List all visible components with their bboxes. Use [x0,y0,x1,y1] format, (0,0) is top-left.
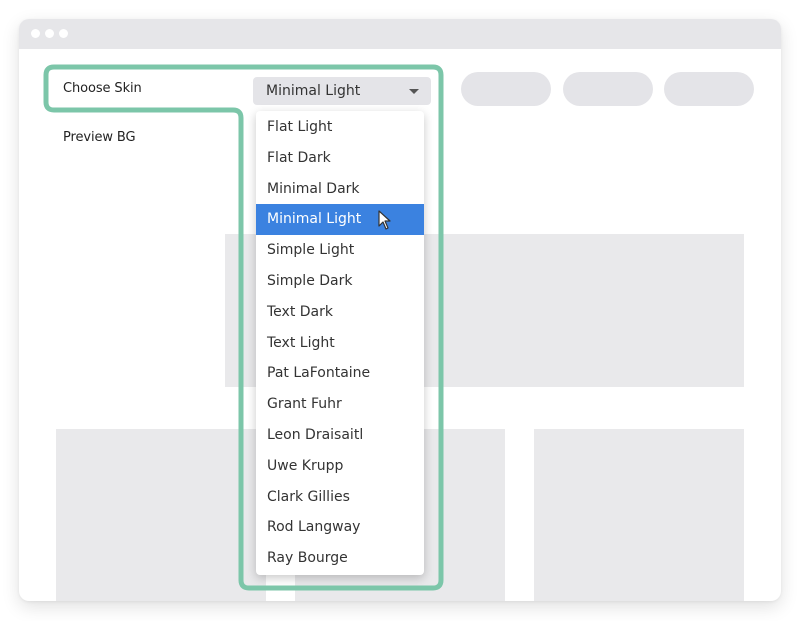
menu-item-label: Uwe Krupp [267,457,344,474]
menu-item-label: Rod Langway [267,519,361,536]
content-panel [56,429,266,601]
menu-item[interactable]: Flat Light [256,112,424,143]
skin-select[interactable]: Minimal Light [253,77,431,105]
menu-item-label: Minimal Light [267,211,362,228]
menu-item-label: Flat Dark [267,149,331,166]
menu-item-label: Minimal Dark [267,180,360,197]
menu-item[interactable]: Text Dark [256,297,424,328]
window-dot-icon[interactable] [45,29,54,38]
titlebar [19,19,781,49]
menu-item-label: Flat Light [267,119,333,135]
menu-item-label: Clark Gillies [267,488,350,505]
preview-bg-label: Preview BG [63,130,136,145]
menu-item[interactable]: Flat Dark [256,143,424,174]
window-dot-icon[interactable] [31,29,40,38]
menu-item[interactable]: Simple Light [256,235,424,266]
menu-item-label: Pat LaFontaine [267,365,371,382]
window-dot-icon[interactable] [59,29,68,38]
chevron-down-icon [409,89,419,94]
content-panel [534,429,744,601]
menu-item[interactable]: Simple Dark [256,266,424,297]
skin-dropdown-menu: Flat Light Flat Dark Minimal Dark Minimal L… [256,111,424,575]
menu-item-label: Leon Draisaitl [267,426,364,443]
menu-item[interactable]: Clark Gillies [256,482,424,513]
menu-item-label: Grant Fuhr [267,396,342,413]
menu-item-label: Text Light [267,334,335,351]
menu-item[interactable]: Rod Langway [256,512,424,543]
menu-item-label: Ray Bourge [267,550,348,567]
menu-item[interactable]: Minimal Dark [256,174,424,205]
placeholder-button[interactable] [664,72,754,106]
menu-item-label: Simple Light [267,242,355,259]
placeholder-button[interactable] [461,72,551,106]
menu-item[interactable]: Leon Draisaitl [256,420,424,451]
menu-item[interactable]: Grant Fuhr [256,389,424,420]
menu-item[interactable]: Ray Bourge [256,543,424,574]
skin-select-value: Minimal Light [266,83,361,99]
placeholder-button[interactable] [563,72,653,106]
menu-item-label: Text Dark [267,303,333,320]
menu-item[interactable]: Text Light [256,328,424,359]
menu-item-label: Simple Dark [267,272,353,289]
menu-item[interactable]: Pat LaFontaine [256,358,424,389]
mouse-pointer-icon [378,210,391,230]
app-window: Choose Skin Preview BG Minimal Light Fla… [19,19,781,601]
menu-item[interactable]: Uwe Krupp [256,451,424,482]
menu-item[interactable]: Minimal Light [256,204,424,236]
choose-skin-label: Choose Skin [63,81,142,96]
